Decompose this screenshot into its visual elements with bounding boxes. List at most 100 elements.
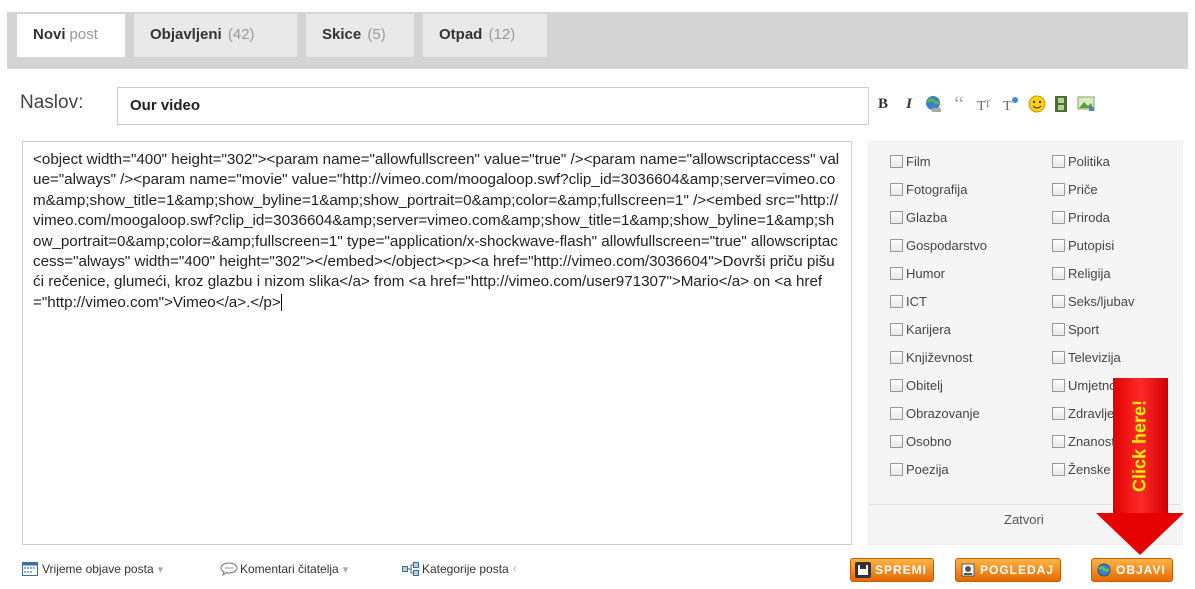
checkbox[interactable] [1052, 407, 1065, 420]
post-content-text: <object width="400" height="302"><param … [33, 151, 840, 311]
category-label: Religija [1068, 266, 1111, 281]
checkbox[interactable] [890, 379, 903, 392]
title-label: Naslov: [20, 92, 84, 113]
category-checkbox-item[interactable]: Seks/ljubav [1052, 294, 1134, 309]
checkbox[interactable] [890, 211, 903, 224]
category-checkbox-item[interactable]: Glazba [890, 210, 947, 225]
comments-toggle[interactable]: Komentari čitatelja ▾ [220, 562, 348, 577]
post-categories-label: Kategorije posta [422, 562, 509, 576]
category-label: Fotografija [906, 182, 968, 197]
tab-count: (5) [367, 26, 386, 43]
tab-new-post[interactable]: Novi post [17, 14, 125, 57]
checkbox[interactable] [1052, 155, 1065, 168]
tab-trash[interactable]: Otpad (12) [423, 14, 547, 57]
category-checkbox-item[interactable]: Putopisi [1052, 238, 1114, 253]
category-checkbox-item[interactable]: Znanost [1052, 434, 1115, 449]
checkbox[interactable] [890, 155, 903, 168]
comments-label: Komentari čitatelja [240, 562, 339, 576]
category-label: Obrazovanje [906, 406, 980, 421]
checkbox[interactable] [1052, 463, 1065, 476]
tab-label: Novi [33, 26, 66, 43]
link-globe-icon[interactable] [922, 92, 944, 116]
categories-tree-icon [402, 562, 419, 576]
save-label: SPREMI [875, 563, 928, 577]
category-checkbox-item[interactable]: Zdravlje [1052, 406, 1114, 421]
checkbox[interactable] [1052, 239, 1065, 252]
checkbox[interactable] [890, 351, 903, 364]
text-caret [280, 293, 282, 311]
category-checkbox-item[interactable]: Fotografija [890, 182, 967, 197]
chevron-left-icon: ‹ [512, 563, 517, 575]
category-checkbox-item[interactable]: Politika [1052, 154, 1110, 169]
category-checkbox-item[interactable]: Gospodarstvo [890, 238, 987, 253]
checkbox[interactable] [890, 323, 903, 336]
checkbox[interactable] [1052, 351, 1065, 364]
tab-count: (12) [488, 26, 516, 43]
category-label: Obitelj [906, 378, 943, 393]
category-checkbox-item[interactable]: Obrazovanje [890, 406, 980, 421]
category-checkbox-item[interactable]: Poezija [890, 462, 949, 477]
post-categories-toggle[interactable]: Kategorije posta ‹ [402, 562, 516, 576]
checkbox[interactable] [890, 295, 903, 308]
checkbox[interactable] [1052, 379, 1065, 392]
post-content-textarea[interactable]: <object width="400" height="302"><param … [22, 141, 852, 545]
checkbox[interactable] [890, 407, 903, 420]
category-label: Sport [1068, 322, 1100, 337]
video-icon[interactable] [1050, 92, 1072, 116]
italic-button[interactable]: I [898, 92, 920, 116]
checkbox[interactable] [890, 183, 903, 196]
preview-button[interactable]: POGLEDAJ [955, 558, 1062, 582]
checkbox[interactable] [1052, 183, 1065, 196]
chevron-down-icon: ▾ [157, 563, 164, 576]
publish-button[interactable]: OBJAVI [1091, 558, 1173, 582]
category-checkbox-item[interactable]: Religija [1052, 266, 1111, 281]
category-label: Gospodarstvo [906, 238, 987, 253]
category-label: Humor [906, 266, 946, 281]
category-checkbox-item[interactable]: Film [890, 154, 931, 169]
bold-button[interactable]: B [872, 92, 894, 116]
category-label: Televizija [1068, 350, 1121, 365]
svg-text:T: T [1003, 99, 1012, 113]
category-checkbox-item[interactable]: Osobno [890, 434, 952, 449]
checkbox[interactable] [890, 267, 903, 280]
tab-drafts[interactable]: Skice (5) [306, 14, 414, 57]
checkbox[interactable] [890, 463, 903, 476]
category-label: Znanost [1068, 434, 1115, 449]
checkbox[interactable] [890, 435, 903, 448]
image-icon[interactable] [1075, 92, 1097, 116]
category-label: Putopisi [1068, 238, 1115, 253]
click-here-annotation: Click here! [1129, 399, 1150, 493]
annotation-arrow-head [1096, 513, 1184, 555]
publish-label: OBJAVI [1116, 563, 1166, 577]
category-label: Karijera [906, 322, 951, 337]
category-checkbox-item[interactable]: Televizija [1052, 350, 1121, 365]
category-checkbox-item[interactable]: ICT [890, 294, 927, 309]
checkbox[interactable] [1052, 267, 1065, 280]
title-input[interactable]: Our video [117, 87, 869, 125]
category-checkbox-item[interactable]: Obitelj [890, 378, 943, 393]
category-label: Poezija [906, 462, 949, 477]
checkbox[interactable] [1052, 211, 1065, 224]
tab-published[interactable]: Objavljeni (42) [134, 14, 297, 57]
category-label: Film [906, 154, 931, 169]
checkbox[interactable] [1052, 295, 1065, 308]
category-checkbox-item[interactable]: Karijera [890, 322, 951, 337]
font-color-icon[interactable]: T [1000, 92, 1022, 116]
speech-bubble-icon [220, 562, 238, 577]
publish-time-toggle[interactable]: Vrijeme objave posta ▾ [22, 562, 163, 576]
smiley-icon[interactable] [1026, 92, 1048, 116]
font-size-icon[interactable]: TT [974, 92, 996, 116]
checkbox[interactable] [1052, 435, 1065, 448]
checkbox[interactable] [1052, 323, 1065, 336]
category-checkbox-item[interactable]: Književnost [890, 350, 972, 365]
save-button[interactable]: SPREMI [850, 558, 935, 582]
quote-icon[interactable]: “ [948, 91, 970, 116]
svg-text:T: T [985, 99, 991, 109]
category-checkbox-item[interactable]: Sport [1052, 322, 1099, 337]
checkbox[interactable] [890, 239, 903, 252]
category-checkbox-item[interactable]: Humor [890, 266, 945, 281]
category-checkbox-item[interactable]: Priroda [1052, 210, 1110, 225]
category-label: Priče [1068, 182, 1098, 197]
close-categories-link[interactable]: Zatvori [1004, 512, 1044, 527]
category-checkbox-item[interactable]: Priče [1052, 182, 1098, 197]
